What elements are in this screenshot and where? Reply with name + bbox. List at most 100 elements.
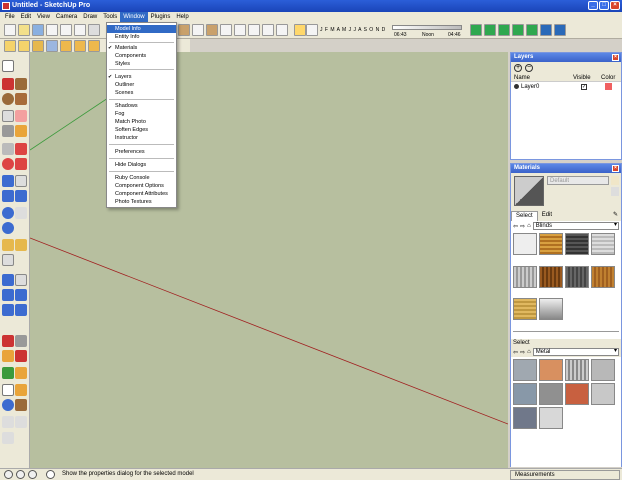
shadow-settings-icon[interactable] bbox=[306, 24, 318, 36]
delete-layer-icon[interactable]: − bbox=[525, 64, 533, 72]
zoom-window-icon[interactable] bbox=[15, 289, 27, 301]
instructor-icon[interactable] bbox=[46, 470, 55, 479]
material-swatch[interactable] bbox=[513, 383, 537, 405]
tape-measure-icon[interactable] bbox=[2, 125, 14, 137]
material-swatch[interactable] bbox=[539, 359, 563, 381]
sample-paint-icon[interactable] bbox=[611, 187, 619, 196]
secondary-library-dropdown[interactable]: Metal bbox=[532, 348, 619, 356]
library-dropdown[interactable]: Blinds bbox=[532, 222, 619, 230]
copy-icon[interactable] bbox=[60, 24, 72, 36]
material-swatch[interactable] bbox=[539, 233, 563, 255]
add-layer-icon[interactable]: + bbox=[514, 64, 522, 72]
credits-icon[interactable] bbox=[16, 470, 25, 479]
rotate-icon[interactable] bbox=[2, 158, 14, 170]
layers-title-bar[interactable]: Layers × bbox=[511, 53, 621, 62]
help-icon[interactable] bbox=[28, 470, 37, 479]
menu-camera[interactable]: Camera bbox=[53, 12, 80, 22]
footprints-icon[interactable] bbox=[15, 416, 27, 428]
add-location-icon[interactable] bbox=[526, 24, 538, 36]
menu-item-component-attributes[interactable]: Component Attributes bbox=[107, 190, 176, 198]
zoom-extents-2-icon[interactable] bbox=[2, 304, 14, 316]
new-file-icon[interactable] bbox=[4, 24, 16, 36]
cut-icon[interactable] bbox=[46, 24, 58, 36]
menu-item-ruby-console[interactable]: Ruby Console bbox=[107, 174, 176, 182]
orbit-icon[interactable] bbox=[2, 175, 14, 187]
iso-view-icon[interactable] bbox=[220, 24, 232, 36]
toggle-terrain-icon[interactable] bbox=[540, 24, 552, 36]
menu-file[interactable]: File bbox=[2, 12, 18, 22]
menu-item-entity-info[interactable]: Entity Info bbox=[107, 33, 176, 41]
material-name-field[interactable]: Default bbox=[547, 176, 609, 185]
material-swatch[interactable] bbox=[565, 359, 589, 381]
material-swatch[interactable] bbox=[539, 383, 563, 405]
materials-title-bar[interactable]: Materials × bbox=[511, 164, 621, 173]
display-section-icon[interactable] bbox=[18, 40, 30, 52]
material-swatch[interactable] bbox=[565, 265, 589, 288]
terrain-icon[interactable] bbox=[74, 40, 86, 52]
axes-icon[interactable] bbox=[15, 350, 27, 362]
photo-textures-icon[interactable] bbox=[554, 24, 566, 36]
sandbox-from-contours-icon[interactable] bbox=[2, 239, 14, 251]
hidden-line-icon[interactable] bbox=[192, 24, 204, 36]
visible-checkbox[interactable]: ✓ bbox=[581, 84, 587, 90]
arc-icon[interactable] bbox=[15, 93, 27, 105]
drape-icon[interactable] bbox=[2, 254, 14, 266]
pan-icon[interactable] bbox=[15, 175, 27, 187]
right-view-icon[interactable] bbox=[262, 24, 274, 36]
menu-tools[interactable]: Tools bbox=[100, 12, 120, 22]
dimension-icon[interactable] bbox=[2, 335, 14, 347]
previous-view-icon[interactable] bbox=[2, 207, 14, 219]
menu-item-scenes[interactable]: Scenes bbox=[107, 89, 176, 97]
menu-window[interactable]: Window bbox=[120, 12, 148, 22]
orbit-3-icon[interactable] bbox=[2, 399, 14, 411]
menu-item-components[interactable]: Components bbox=[107, 52, 176, 60]
menu-help[interactable]: Help bbox=[173, 12, 191, 22]
material-swatch[interactable] bbox=[565, 383, 589, 405]
material-swatch[interactable] bbox=[513, 265, 537, 288]
menu-item-layers[interactable]: Layers bbox=[107, 73, 176, 81]
minimize-button[interactable]: _ bbox=[588, 1, 598, 10]
shadows-toggle-icon[interactable] bbox=[294, 24, 306, 36]
menu-item-match-photo[interactable]: Match Photo bbox=[107, 118, 176, 126]
menu-plugins[interactable]: Plugins bbox=[148, 12, 174, 22]
close-icon[interactable]: × bbox=[612, 165, 619, 172]
get-models-icon[interactable] bbox=[470, 24, 482, 36]
create-material-icon[interactable] bbox=[611, 176, 619, 185]
material-swatch[interactable] bbox=[513, 233, 537, 255]
month-slider[interactable]: J F M A M J J A S O N D bbox=[320, 26, 392, 34]
previous-2-icon[interactable] bbox=[15, 304, 27, 316]
menu-view[interactable]: View bbox=[34, 12, 53, 22]
3d-text-icon[interactable] bbox=[2, 367, 14, 379]
drawing-canvas[interactable] bbox=[30, 52, 508, 468]
menu-item-model-info[interactable]: Model Info bbox=[107, 25, 176, 33]
material-swatch[interactable] bbox=[539, 265, 563, 288]
next-view-icon[interactable] bbox=[15, 207, 27, 219]
menu-item-styles[interactable]: Styles bbox=[107, 60, 176, 68]
layer-row[interactable]: Layer0 ✓ bbox=[511, 82, 621, 92]
eyedropper-icon[interactable]: ✎ bbox=[613, 211, 621, 221]
wireframe-style-icon[interactable] bbox=[178, 24, 190, 36]
menu-item-materials[interactable]: Materials bbox=[107, 44, 176, 52]
menu-item-hide-dialogs[interactable]: Hide Dialogs bbox=[107, 161, 176, 169]
zoom-icon[interactable] bbox=[2, 190, 14, 202]
material-swatch[interactable] bbox=[591, 359, 615, 381]
select-arrow-icon[interactable] bbox=[2, 60, 14, 72]
menu-item-outliner[interactable]: Outliner bbox=[107, 81, 176, 89]
walk-icon[interactable] bbox=[15, 399, 27, 411]
top-view-icon[interactable] bbox=[234, 24, 246, 36]
material-swatch[interactable] bbox=[591, 383, 615, 405]
google-earth-icon[interactable] bbox=[512, 24, 524, 36]
look-around-icon[interactable] bbox=[46, 40, 58, 52]
maximize-button[interactable]: □ bbox=[599, 1, 609, 10]
paint-2-icon[interactable] bbox=[15, 384, 27, 396]
circle-icon[interactable] bbox=[2, 93, 14, 105]
menu-item-fog[interactable]: Fog bbox=[107, 110, 176, 118]
pencil-line-icon[interactable] bbox=[2, 78, 14, 90]
sandbox-from-scratch-icon[interactable] bbox=[15, 239, 27, 251]
home-icon[interactable]: ⌂ bbox=[527, 223, 531, 229]
rectangle-icon[interactable] bbox=[15, 78, 27, 90]
smoove-icon[interactable] bbox=[88, 40, 100, 52]
eye-icon[interactable] bbox=[2, 432, 14, 444]
forward-arrow-icon[interactable]: ⇨ bbox=[520, 223, 525, 230]
pan-2-icon[interactable] bbox=[15, 274, 27, 286]
